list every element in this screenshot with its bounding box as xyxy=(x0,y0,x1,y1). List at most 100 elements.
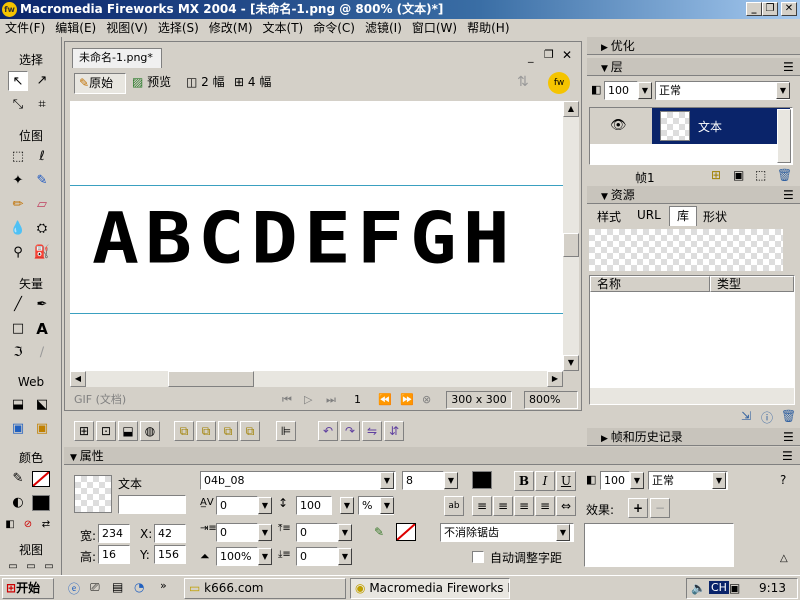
width-field[interactable]: 234 xyxy=(98,524,130,543)
eyedropper-tool-icon[interactable]: ⚲ xyxy=(8,243,28,263)
join-icon[interactable]: ⬓ xyxy=(118,421,138,441)
rotate-ccw-icon[interactable]: ↶ xyxy=(318,421,338,441)
baseline-dropdown[interactable]: ▼ xyxy=(338,548,352,565)
quicklaunch-media-icon[interactable]: ◔ xyxy=(134,580,144,594)
menu-modify[interactable]: 修改(M) xyxy=(204,19,258,37)
object-opacity-field[interactable]: 100 xyxy=(600,471,630,490)
menu-file[interactable]: 文件(F) xyxy=(0,19,50,37)
tab-library[interactable]: 库 xyxy=(669,206,697,226)
stroke-color-icon[interactable]: ✎ xyxy=(8,469,28,489)
properties-header[interactable]: ▼ 属性 ☰ xyxy=(64,447,800,465)
collapse-props-icon[interactable]: △ xyxy=(780,553,788,564)
eraser-tool-icon[interactable]: ▱ xyxy=(32,195,52,215)
tab-url[interactable]: URL xyxy=(637,208,661,222)
optimize-panel-header[interactable]: ▶ 优化 xyxy=(587,37,800,55)
object-opacity-dropdown[interactable]: ▼ xyxy=(630,472,644,489)
library-col-name[interactable]: 名称 xyxy=(590,276,710,292)
space-before-dropdown[interactable]: ▼ xyxy=(338,524,352,541)
pen-tool-icon[interactable]: ✒ xyxy=(32,295,52,315)
add-effect-button[interactable]: + xyxy=(628,498,648,518)
close-button[interactable]: ✕ xyxy=(781,2,797,16)
menu-window[interactable]: 窗口(W) xyxy=(407,19,462,37)
scroll-right-arrow[interactable]: ▶ xyxy=(547,371,563,387)
leading-unit-dropdown[interactable]: ▼ xyxy=(380,497,394,514)
subselect-tool-icon[interactable]: ↗ xyxy=(32,71,52,91)
hscroll-thumb[interactable] xyxy=(168,371,254,387)
menu-select[interactable]: 选择(S) xyxy=(153,19,204,37)
properties-options-icon[interactable]: ☰ xyxy=(782,447,793,465)
marquee-tool-icon[interactable]: ⬚ xyxy=(8,147,28,167)
assets-panel-header[interactable]: ▼ 资源 ☰ xyxy=(587,186,800,204)
italic-button[interactable]: I xyxy=(535,471,555,491)
canvas-horizontal-scrollbar[interactable]: ◀ ▶ xyxy=(70,371,563,387)
freeform-tool-icon[interactable]: ℑ xyxy=(8,343,28,363)
bold-button[interactable]: B xyxy=(514,471,534,491)
taskbar-task-k666[interactable]: ▭ k666.com xyxy=(184,578,346,599)
x-field[interactable]: 42 xyxy=(154,524,186,543)
text-color-swatch[interactable] xyxy=(472,471,492,489)
start-button[interactable]: ⊞开始 xyxy=(2,578,54,599)
font-size-dropdown[interactable]: ▼ xyxy=(444,472,458,489)
vscroll-thumb[interactable] xyxy=(563,233,579,257)
document-tab[interactable]: 未命名-1.png* xyxy=(72,48,162,68)
last-frame-icon[interactable]: ⏭ xyxy=(326,390,336,410)
y-field[interactable]: 156 xyxy=(154,545,186,564)
leading-field[interactable]: 100 xyxy=(296,496,332,515)
prev-frame-icon[interactable]: ⏪ xyxy=(378,390,392,410)
anti-alias-dropdown[interactable]: ▼ xyxy=(556,524,570,541)
text-tool-icon[interactable]: A xyxy=(32,319,52,339)
height-field[interactable]: 16 xyxy=(98,545,130,564)
flip-horizontal-icon[interactable]: ⇋ xyxy=(362,421,382,441)
underline-button[interactable]: U xyxy=(556,471,576,491)
magic-wand-icon[interactable]: ✦ xyxy=(8,171,28,191)
doc-restore-button[interactable]: ❐ xyxy=(544,48,554,61)
object-blend-dropdown[interactable]: ▼ xyxy=(712,472,726,489)
font-family-select[interactable]: 04b_08 xyxy=(200,471,396,490)
horiz-scale-dropdown[interactable]: ▼ xyxy=(258,548,272,565)
baseline-field[interactable]: 0 xyxy=(296,547,338,566)
layers-vscroll[interactable] xyxy=(777,109,791,163)
group-icon[interactable]: ⊞ xyxy=(74,421,94,441)
stretch-icon[interactable]: ⇔ xyxy=(556,496,576,516)
ime-icon[interactable]: ▣ xyxy=(729,581,740,595)
align-center-icon[interactable]: ≡ xyxy=(493,496,513,516)
view-preview-tab[interactable]: ▨ 预览 xyxy=(132,73,182,94)
menu-text[interactable]: 文本(T) xyxy=(258,19,309,37)
hotspot-tool-icon[interactable]: ⬓ xyxy=(8,395,28,415)
view-2up-tab[interactable]: ◫ 2 幅 xyxy=(186,73,230,94)
line-tool-icon[interactable]: ╱ xyxy=(8,295,28,315)
delete-layer-icon[interactable]: 🗑 xyxy=(777,168,792,182)
stop-icon[interactable]: ⊗ xyxy=(422,390,431,410)
fill-color-swatch[interactable] xyxy=(32,495,50,511)
menu-filters[interactable]: 滤镜(I) xyxy=(360,19,407,37)
blur-tool-icon[interactable]: 💧 xyxy=(8,219,28,239)
zoom-level[interactable]: 800% xyxy=(524,391,578,409)
rectangle-tool-icon[interactable]: □ xyxy=(8,319,28,339)
justify-icon[interactable]: ≡ xyxy=(535,496,555,516)
stroke-swatch[interactable] xyxy=(396,523,416,541)
flip-vertical-icon[interactable]: ⇵ xyxy=(384,421,404,441)
menu-view[interactable]: 视图(V) xyxy=(101,19,153,37)
indent-field[interactable]: 0 xyxy=(216,523,258,542)
restore-button[interactable]: ❐ xyxy=(762,2,778,16)
view-original-tab[interactable]: ✎原始 xyxy=(74,73,126,94)
taskbar-task-fireworks[interactable]: ◉ Macromedia Fireworks MX... xyxy=(350,578,510,599)
tab-styles[interactable]: 样式 xyxy=(597,208,621,225)
horiz-scale-field[interactable]: 100% xyxy=(216,547,258,566)
eye-icon[interactable]: 👁 xyxy=(610,118,627,133)
input-language[interactable]: CH xyxy=(709,581,729,594)
quicklaunch-desktop-icon[interactable]: ▤ xyxy=(112,580,123,594)
image-size[interactable]: 300 x 300 xyxy=(446,391,512,409)
delete-symbol-icon[interactable]: 🗑 xyxy=(781,409,796,423)
menu-help[interactable]: 帮助(H) xyxy=(462,19,514,37)
new-sublayer-icon[interactable]: ⊞ xyxy=(711,168,721,182)
frames-history-panel-header[interactable]: ▶ 帧和历史记录 ☰ xyxy=(587,428,800,446)
quicklaunch-explorer-icon[interactable]: ⎚ xyxy=(90,580,100,595)
import-symbol-icon[interactable]: ⇲ xyxy=(741,409,751,423)
send-backward-icon[interactable]: ⧉ xyxy=(218,421,238,441)
align-left-icon[interactable]: ≡ xyxy=(472,496,492,516)
scale-tool-icon[interactable]: ⤡ xyxy=(8,95,28,115)
fill-color-icon[interactable]: ◐ xyxy=(8,493,28,513)
pencil-tool-icon[interactable]: ✏ xyxy=(8,195,28,215)
send-back-icon[interactable]: ⧉ xyxy=(240,421,260,441)
